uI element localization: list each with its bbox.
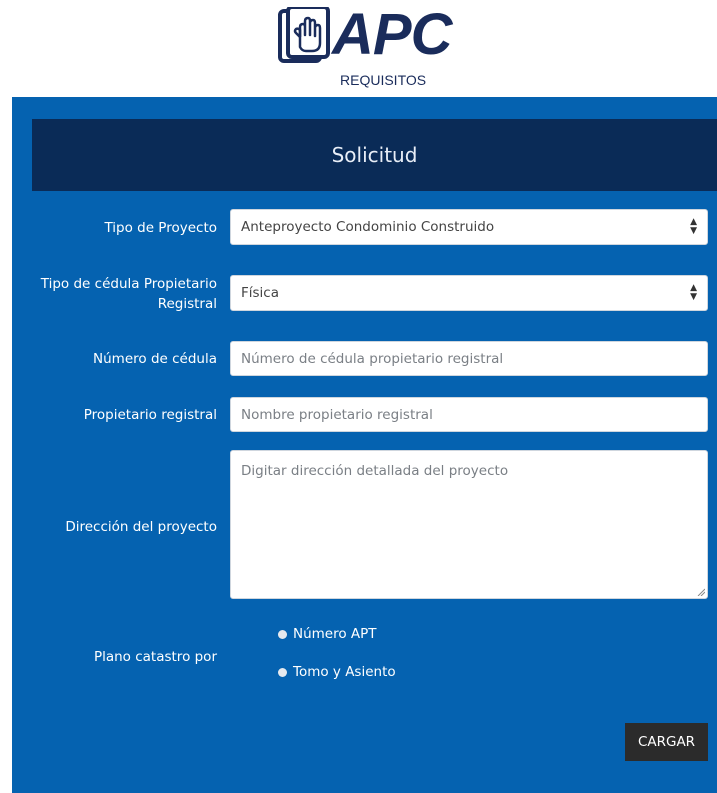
radio-button[interactable] bbox=[278, 667, 287, 677]
direccion-textarea[interactable]: Digitar dirección detallada del proyecto bbox=[230, 450, 708, 599]
numero-cedula-input[interactable]: Número de cédula propietario registral bbox=[230, 341, 708, 376]
select-arrows-icon: ▲ ▼ bbox=[690, 283, 697, 302]
radio-tomo-asiento-label: Tomo y Asiento bbox=[293, 664, 396, 680]
propietario-placeholder: Nombre propietario registral bbox=[241, 406, 433, 423]
logo-subtitle: REQUISITOS bbox=[340, 72, 427, 88]
form-header: Solicitud bbox=[32, 119, 717, 191]
tipo-proyecto-select[interactable]: Anteproyecto Condominio Construido ▲ ▼ bbox=[230, 209, 708, 245]
radio-button[interactable] bbox=[278, 629, 287, 639]
tipo-proyecto-label: Tipo de Proyecto bbox=[104, 220, 217, 236]
plano-label: Plano catastro por bbox=[93, 649, 217, 665]
direccion-label: Dirección del proyecto bbox=[65, 519, 217, 535]
numero-cedula-label: Número de cédula bbox=[93, 351, 217, 367]
direccion-placeholder: Digitar dirección detallada del proyecto bbox=[241, 463, 509, 479]
tipo-cedula-select[interactable]: Física ▲ ▼ bbox=[230, 275, 708, 311]
tipo-proyecto-value: Anteproyecto Condominio Construido bbox=[241, 219, 495, 235]
hand-document-icon bbox=[278, 7, 330, 63]
cargar-button[interactable]: CARGAR bbox=[625, 723, 708, 761]
propietario-label: Propietario registral bbox=[83, 407, 217, 423]
tipo-cedula-label-line2: Registral bbox=[157, 296, 217, 312]
radio-tomo-asiento[interactable]: Tomo y Asiento bbox=[278, 664, 396, 680]
tipo-cedula-value: Física bbox=[241, 285, 279, 301]
logo-name: APC bbox=[332, 2, 452, 67]
tipo-cedula-label: Tipo de cédula Propietario Registral bbox=[41, 274, 217, 314]
form-title: Solicitud bbox=[331, 143, 418, 167]
tipo-cedula-label-line1: Tipo de cédula Propietario bbox=[40, 276, 217, 292]
radio-numero-apt[interactable]: Número APT bbox=[278, 626, 377, 642]
numero-cedula-placeholder: Número de cédula propietario registral bbox=[241, 350, 504, 367]
apc-logo: APC REQUISITOS bbox=[278, 2, 468, 92]
resize-handle-icon[interactable] bbox=[697, 588, 705, 596]
propietario-input[interactable]: Nombre propietario registral bbox=[230, 397, 708, 432]
radio-numero-apt-label: Número APT bbox=[293, 626, 377, 642]
select-arrows-icon: ▲ ▼ bbox=[690, 217, 697, 236]
request-form-panel: Solicitud Tipo de Proyecto Anteproyecto … bbox=[12, 97, 717, 793]
